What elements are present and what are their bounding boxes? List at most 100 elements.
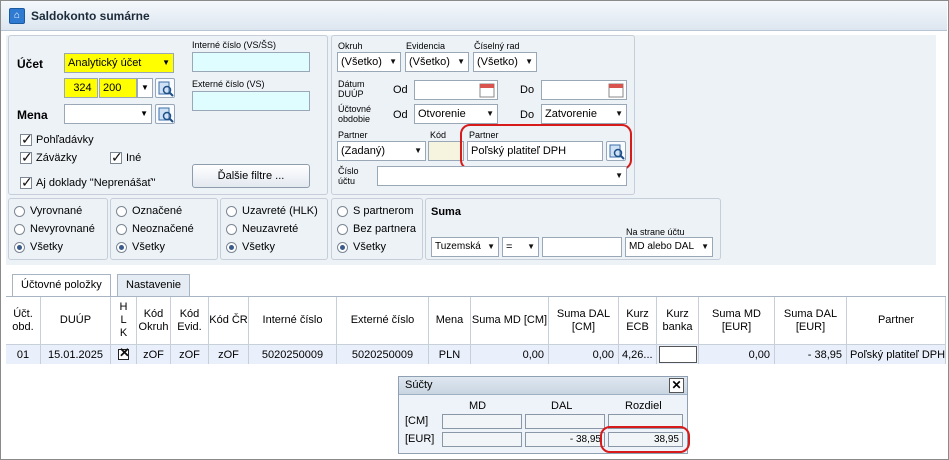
okruh-select[interactable]: (Všetko): [337, 52, 401, 72]
table-cell[interactable]: 0,00: [471, 345, 549, 364]
account-lookup-button[interactable]: [155, 78, 175, 98]
popup-header: Súčty ✕: [399, 377, 687, 395]
analytic-account-input[interactable]: 200: [99, 78, 137, 98]
hlk-checkbox[interactable]: ✕: [118, 345, 130, 360]
obdobie-do-select[interactable]: Zatvorenie: [541, 104, 627, 124]
tab-uctovne-polozky[interactable]: Účtovné položky: [12, 274, 111, 297]
suma-mena-select[interactable]: Tuzemská: [431, 237, 499, 257]
col-header[interactable]: Kód ČR: [209, 297, 249, 345]
suma-operator-select[interactable]: =: [502, 237, 539, 257]
partner-code-input[interactable]: [428, 141, 464, 161]
col-header[interactable]: Interné číslo: [249, 297, 337, 345]
partner-type-select[interactable]: (Zadaný): [337, 141, 426, 161]
neuzavrete-radio[interactable]: [226, 224, 237, 235]
neprenasat-label: Aj doklady "Neprenášať": [36, 177, 156, 189]
uzavrete-radio[interactable]: [226, 206, 237, 217]
strana-select[interactable]: MD alebo DAL: [625, 237, 713, 257]
col-header[interactable]: Suma DAL [EUR]: [775, 297, 847, 345]
zavazky-checkbox[interactable]: ✓: [20, 149, 33, 165]
table-cell[interactable]: [657, 345, 699, 364]
table-cell[interactable]: 01: [6, 345, 41, 364]
table-cell[interactable]: 4,26...: [619, 345, 657, 364]
tab-nastavenie[interactable]: Nastavenie: [117, 274, 191, 296]
tab-bar: Účtovné položky Nastavenie: [6, 268, 946, 297]
vsetky-radio-2[interactable]: [116, 242, 127, 253]
col-header[interactable]: Kurz banka: [657, 297, 699, 345]
dalsie-filtre-button[interactable]: Ďalšie filtre ...: [192, 164, 310, 188]
col-header[interactable]: Suma DAL [CM]: [549, 297, 619, 345]
col-header[interactable]: Partner: [847, 297, 946, 345]
obdobie-do-label: Do: [520, 109, 535, 121]
pohladavky-checkbox[interactable]: ✓: [20, 131, 33, 147]
col-header[interactable]: Suma MD [EUR]: [699, 297, 775, 345]
col-rozdiel-label: Rozdiel: [625, 400, 662, 412]
col-header[interactable]: Kód Evid.: [171, 297, 209, 345]
account-type-select[interactable]: Analytický účet ▼: [64, 53, 174, 73]
calendar-icon[interactable]: [479, 82, 495, 98]
bez-partnera-radio[interactable]: [337, 224, 348, 235]
search-icon: [158, 81, 174, 97]
vsetky-radio-3[interactable]: [226, 242, 237, 253]
table-cell[interactable]: zOF: [137, 345, 171, 364]
table-cell[interactable]: zOF: [171, 345, 209, 364]
table-cell[interactable]: 0,00: [699, 345, 775, 364]
vsetky-label-3: Všetky: [242, 241, 276, 253]
externe-cislo-input[interactable]: [192, 91, 310, 111]
col-header[interactable]: Mena: [429, 297, 471, 345]
nevyrovnane-radio[interactable]: [14, 224, 25, 235]
s-partnerom-label: S partnerom: [353, 205, 414, 217]
evidencia-select[interactable]: (Všetko): [405, 52, 469, 72]
interne-cislo-input[interactable]: [192, 52, 310, 72]
vyrovnane-radio[interactable]: [14, 206, 25, 217]
ciselny-rad-select[interactable]: (Všetko): [473, 52, 537, 72]
vsetky-label-1: Všetky: [30, 241, 64, 253]
ine-checkbox[interactable]: ✓: [110, 149, 123, 165]
table-cell[interactable]: 5020250009: [337, 345, 429, 364]
neoznacene-radio[interactable]: [116, 224, 127, 235]
table-cell[interactable]: 5020250009: [249, 345, 337, 364]
oznacene-label: Označené: [132, 205, 183, 217]
synthetic-account-input[interactable]: 324: [64, 78, 98, 98]
oznacene-radio[interactable]: [116, 206, 127, 217]
chevron-down-icon: ▼: [162, 58, 170, 67]
col-header[interactable]: Účt. obd.: [6, 297, 41, 345]
table-cell[interactable]: ✕: [111, 345, 137, 364]
vsetky-radio-1[interactable]: [14, 242, 25, 253]
cm-dal-value: [525, 414, 605, 429]
col-header[interactable]: Externé číslo: [337, 297, 429, 345]
table-cell[interactable]: 15.01.2025: [41, 345, 111, 364]
kod-label: Kód: [430, 130, 447, 140]
col-header[interactable]: Suma MD [CM]: [471, 297, 549, 345]
table-cell[interactable]: Poľský platiteľ DPH: [847, 345, 946, 364]
cislo-uctu-select[interactable]: [377, 166, 627, 186]
calendar-icon[interactable]: [608, 82, 624, 98]
col-header[interactable]: Kurz ECB: [619, 297, 657, 345]
window-title: Saldokonto sumárne: [31, 9, 150, 23]
obdobie-od-select[interactable]: Otvorenie: [414, 104, 498, 124]
s-partnerom-radio[interactable]: [337, 206, 348, 217]
suma-amount-input[interactable]: [542, 237, 622, 257]
col-md-label: MD: [469, 400, 487, 412]
neprenasat-checkbox[interactable]: ✓: [20, 174, 33, 190]
table-cell[interactable]: PLN: [429, 345, 471, 364]
table-cell[interactable]: zOF: [209, 345, 249, 364]
app-icon: ⌂: [9, 8, 25, 24]
obdobie-od-label: Od: [393, 109, 408, 121]
col-header[interactable]: Kód Okruh: [137, 297, 171, 345]
table-cell[interactable]: 0,00: [549, 345, 619, 364]
vsetky-radio-4[interactable]: [337, 242, 348, 253]
strana-label: Na strane účtu: [626, 227, 685, 237]
kurz-banka-input[interactable]: [658, 346, 697, 363]
close-icon[interactable]: ✕: [669, 378, 684, 393]
mena-label: Mena: [17, 108, 48, 122]
neoznacene-label: Neoznačené: [132, 223, 194, 235]
ine-label: Iné: [126, 152, 142, 164]
col-header[interactable]: H L K: [111, 297, 137, 345]
col-header[interactable]: DUÚP: [41, 297, 111, 345]
obdobie-label-2: obdobie: [338, 114, 371, 124]
account-dropdown-button[interactable]: ▼: [137, 78, 153, 98]
chevron-down-icon: ▼: [141, 83, 149, 92]
table-cell[interactable]: - 38,95: [775, 345, 847, 364]
currency-select[interactable]: ▼: [64, 104, 152, 124]
currency-lookup-button[interactable]: [155, 104, 175, 124]
